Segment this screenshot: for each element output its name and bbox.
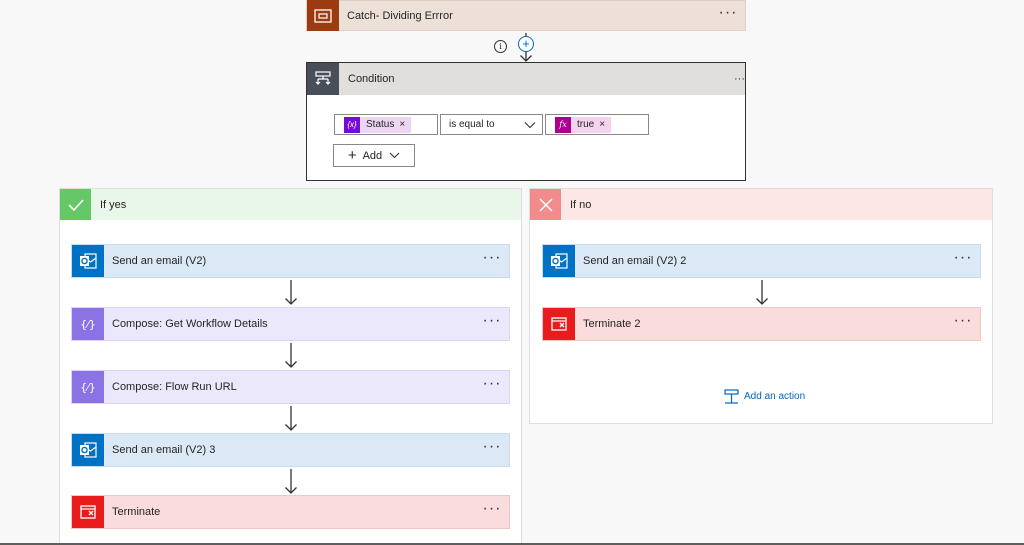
add-action-icon	[724, 388, 739, 404]
if-yes-title: If yes	[100, 198, 127, 211]
compose-flow-run-url-card[interactable]: Compose: Flow Run URL ···	[71, 370, 510, 404]
insert-step-plus-button[interactable]: +	[518, 36, 534, 52]
condition-card: Condition ··· {x} Status × is equal to f…	[306, 62, 746, 181]
outlook-icon	[72, 434, 104, 466]
if-yes-header[interactable]: If yes	[60, 189, 521, 220]
true-token-label: true	[577, 119, 595, 130]
catch-step-more-button[interactable]: ···	[711, 4, 745, 24]
operator-value: is equal to	[449, 119, 495, 130]
step-label: Send an email (V2) 2	[583, 255, 687, 267]
arrow-down-icon	[284, 343, 298, 369]
chevron-down-icon	[524, 121, 536, 128]
terminate-2-card[interactable]: Terminate 2 ···	[542, 307, 981, 341]
add-an-action-button[interactable]: Add an action	[724, 388, 805, 404]
variable-icon: {x}	[344, 116, 360, 133]
step-label: Compose: Flow Run URL	[112, 381, 237, 393]
condition-header[interactable]: Condition ···	[307, 63, 745, 95]
step-label: Send an email (V2) 3	[112, 444, 216, 456]
step-label: Terminate 2	[583, 318, 641, 330]
step-more-button[interactable]: ···	[475, 250, 509, 269]
terminate-icon	[72, 496, 104, 528]
step-more-button[interactable]: ···	[475, 501, 509, 520]
status-token: {x} Status ×	[344, 116, 412, 133]
x-icon	[530, 189, 561, 220]
condition-title: Condition	[348, 73, 395, 85]
add-condition-label: Add	[362, 149, 383, 162]
arrow-down-icon	[755, 280, 769, 306]
remove-true-token-button[interactable]: ×	[599, 119, 605, 130]
add-an-action-label: Add an action	[744, 390, 806, 402]
catch-step-title: Catch- Dividing Errror	[347, 9, 453, 22]
send-email-v2-2-card[interactable]: Send an email (V2) 2 ···	[542, 244, 981, 278]
operator-dropdown[interactable]: is equal to	[440, 114, 543, 135]
checkmark-icon	[60, 189, 91, 220]
right-operand-field[interactable]: fx true ×	[545, 114, 649, 135]
compose-get-workflow-details-card[interactable]: Compose: Get Workflow Details ···	[71, 307, 510, 341]
if-no-header[interactable]: If no	[530, 189, 992, 220]
step-label: Terminate	[112, 506, 161, 518]
info-icon[interactable]: i	[494, 40, 507, 53]
arrow-down-icon	[284, 469, 298, 495]
plus-icon: +	[347, 146, 357, 164]
condition-more-button[interactable]: ···	[734, 73, 745, 85]
remove-status-token-button[interactable]: ×	[399, 119, 405, 130]
arrow-down-icon	[284, 280, 298, 306]
if-no-title: If no	[570, 198, 592, 211]
send-email-v2-card[interactable]: Send an email (V2) ···	[71, 244, 510, 278]
step-more-button[interactable]: ···	[946, 313, 980, 332]
arrow-down-icon	[284, 406, 298, 432]
step-more-button[interactable]: ···	[475, 313, 509, 332]
catch-step-card[interactable]: Catch- Dividing Errror ···	[306, 0, 746, 31]
condition-icon	[307, 63, 339, 95]
send-email-v2-3-card[interactable]: Send an email (V2) 3 ···	[71, 433, 510, 467]
step-label: Compose: Get Workflow Details	[112, 318, 268, 330]
step-more-button[interactable]: ···	[475, 376, 509, 395]
terminate-card[interactable]: Terminate ···	[71, 495, 510, 529]
step-more-button[interactable]: ···	[475, 439, 509, 458]
scope-icon	[307, 0, 339, 31]
true-token: fx true ×	[555, 116, 612, 133]
terminate-icon	[543, 308, 575, 340]
chevron-down-icon	[389, 152, 400, 159]
left-operand-field[interactable]: {x} Status ×	[334, 114, 438, 135]
step-more-button[interactable]: ···	[946, 250, 980, 269]
outlook-icon	[543, 245, 575, 277]
compose-icon	[72, 308, 104, 340]
step-label: Send an email (V2)	[112, 255, 207, 267]
add-condition-button[interactable]: + Add	[333, 144, 415, 167]
outlook-icon	[72, 245, 104, 277]
status-token-label: Status	[366, 119, 395, 130]
compose-icon	[72, 371, 104, 403]
expression-icon: fx	[555, 116, 571, 133]
